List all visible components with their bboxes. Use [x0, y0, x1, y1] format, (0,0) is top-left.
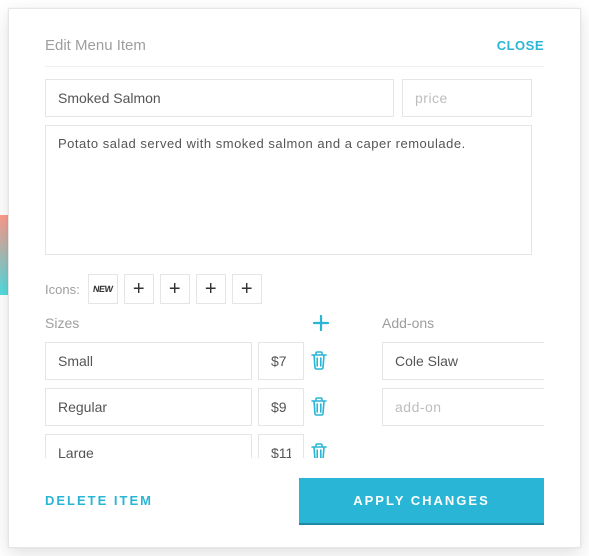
- plus-icon: +: [133, 279, 145, 299]
- plus-icon: +: [241, 279, 253, 299]
- modal-body-scroll[interactable]: Icons: NEW + + + + Sizes Add-ons: [45, 79, 544, 458]
- item-name-input[interactable]: [45, 79, 394, 117]
- delete-size-button[interactable]: [310, 442, 332, 458]
- size-name-input[interactable]: [45, 434, 252, 458]
- item-description-textarea[interactable]: [45, 125, 532, 255]
- addon-name-input[interactable]: [382, 342, 544, 380]
- delete-size-button[interactable]: [310, 396, 332, 418]
- item-price-input[interactable]: [402, 79, 532, 117]
- size-price-input[interactable]: [258, 342, 304, 380]
- plus-icon: [311, 313, 331, 333]
- size-row: [45, 388, 332, 426]
- size-row: [45, 342, 332, 380]
- plus-icon: +: [205, 279, 217, 299]
- icon-slot-add[interactable]: +: [160, 274, 190, 304]
- modal-title: Edit Menu Item: [45, 37, 146, 54]
- edit-menu-item-modal: Edit Menu Item CLOSE Icons: NEW + + + + Size…: [8, 8, 581, 548]
- icons-label: Icons:: [45, 282, 80, 297]
- size-name-input[interactable]: [45, 388, 252, 426]
- apply-changes-button[interactable]: APPLY CHANGES: [299, 478, 544, 523]
- addon-row: [382, 342, 544, 380]
- trash-icon: [310, 396, 328, 416]
- size-name-input[interactable]: [45, 342, 252, 380]
- delete-size-button[interactable]: [310, 350, 332, 372]
- addons-column: Add-ons: [382, 312, 544, 458]
- add-size-button[interactable]: [310, 312, 332, 334]
- addon-name-input[interactable]: [382, 388, 544, 426]
- addon-row: [382, 388, 544, 426]
- modal-header: Edit Menu Item CLOSE: [45, 37, 544, 67]
- trash-icon: [310, 350, 328, 370]
- icon-slot-add[interactable]: +: [196, 274, 226, 304]
- sizes-label: Sizes: [45, 315, 79, 331]
- plus-icon: +: [169, 279, 181, 299]
- addons-label: Add-ons: [382, 315, 434, 331]
- icons-row: Icons: NEW + + + +: [45, 274, 532, 304]
- new-icon: NEW: [92, 284, 113, 294]
- close-button[interactable]: CLOSE: [497, 38, 544, 53]
- size-row: [45, 434, 332, 458]
- icon-slot-new[interactable]: NEW: [88, 274, 118, 304]
- trash-icon: [310, 442, 328, 458]
- icon-slot-add[interactable]: +: [124, 274, 154, 304]
- delete-item-button[interactable]: DELETE ITEM: [45, 481, 153, 520]
- sizes-column: Sizes: [45, 312, 332, 458]
- modal-footer: DELETE ITEM APPLY CHANGES: [45, 478, 544, 523]
- icon-slot-add[interactable]: +: [232, 274, 262, 304]
- size-price-input[interactable]: [258, 434, 304, 458]
- size-price-input[interactable]: [258, 388, 304, 426]
